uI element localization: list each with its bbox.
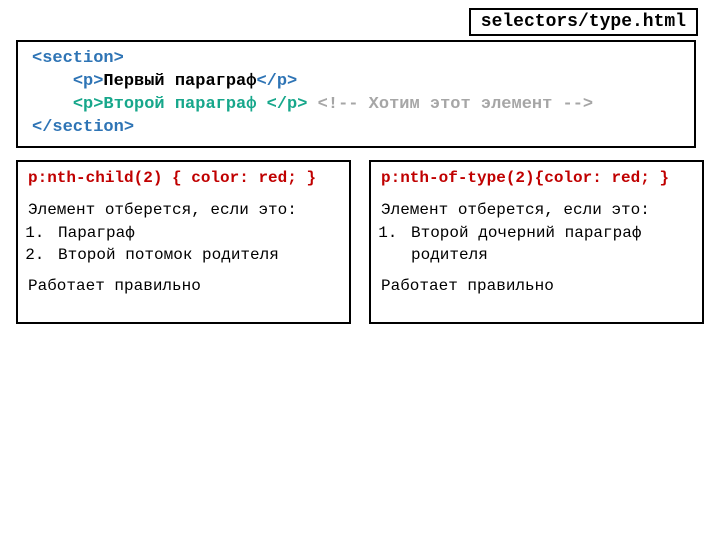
right-result: Работает правильно — [381, 276, 692, 298]
list-item: Второй дочерний параграф родителя — [407, 223, 692, 266]
code-l4: </section> — [32, 118, 134, 137]
code-l2-text: Первый параграф — [103, 72, 256, 91]
right-list: Второй дочерний параграф родителя — [381, 223, 692, 266]
file-label: selectors/type.html — [481, 12, 686, 32]
right-rule: p:nth-of-type(2){color: red; } — [381, 168, 692, 190]
code-l3-indent — [32, 95, 73, 114]
left-result: Работает правильно — [28, 276, 339, 298]
right-col: p:nth-of-type(2){color: red; } Элемент о… — [369, 160, 704, 324]
columns: p:nth-child(2) { color: red; } Элемент о… — [16, 160, 704, 324]
left-list: Параграф Второй потомок родителя — [28, 223, 339, 266]
code-l2-indent — [32, 72, 73, 91]
code-l1: <section> — [32, 49, 124, 68]
list-item: Второй потомок родителя — [54, 245, 339, 267]
code-l3-text: Второй параграф — [103, 95, 266, 114]
left-col: p:nth-child(2) { color: red; } Элемент о… — [16, 160, 351, 324]
code-block: <section> <p>Первый параграф</p> <p>Втор… — [16, 40, 696, 148]
code-l3-open: <p> — [73, 95, 104, 114]
code-l2-open: <p> — [73, 72, 104, 91]
code-l3-sp — [307, 95, 317, 114]
code-l2-close: </p> — [256, 72, 297, 91]
right-cond: Элемент отберется, если это: — [381, 200, 692, 222]
code-l3-close: </p> — [267, 95, 308, 114]
left-cond: Элемент отберется, если это: — [28, 200, 339, 222]
left-rule: p:nth-child(2) { color: red; } — [28, 168, 339, 190]
code-l3-comment: <!-- Хотим этот элемент --> — [318, 95, 593, 114]
list-item: Параграф — [54, 223, 339, 245]
file-label-box: selectors/type.html — [469, 8, 698, 36]
